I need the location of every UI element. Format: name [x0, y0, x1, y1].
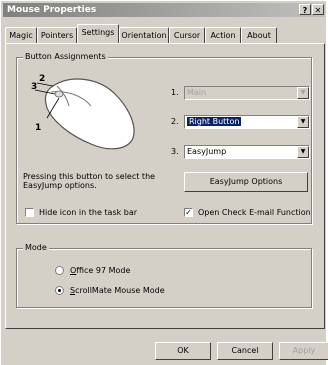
- button-3-select[interactable]: EasyJump ▼: [184, 145, 310, 159]
- button-assignments-group: Button Assignments 2 3 1 1. Main ▼ 2. Ri…: [16, 52, 312, 224]
- tab-orientation[interactable]: Orientation: [119, 27, 169, 43]
- button-2-value: Right Button: [187, 117, 242, 126]
- callout-3: 3: [31, 82, 38, 92]
- tab-about[interactable]: About: [241, 27, 277, 43]
- chevron-down-icon[interactable]: ▼: [297, 116, 309, 128]
- hide-icon-checkbox[interactable]: [25, 208, 34, 217]
- button-1-select: Main ▼: [184, 86, 310, 100]
- office97-text: ffice 97 Mode: [76, 266, 131, 275]
- button-2-select[interactable]: Right Button ▼: [184, 115, 310, 129]
- tab-pointers[interactable]: Pointers: [37, 27, 77, 43]
- mouse-illustration: [34, 78, 135, 150]
- title-bar: Mouse Properties ? ✕: [3, 3, 325, 17]
- close-button[interactable]: ✕: [312, 4, 324, 15]
- hide-icon-label: Hide icon in the task bar: [39, 208, 138, 217]
- button-1-value: Main: [187, 88, 207, 97]
- scrollmate-text: crollMate Mouse Mode: [75, 286, 165, 295]
- tab-settings[interactable]: Settings: [77, 24, 119, 43]
- scrollmate-mode-radio[interactable]: [55, 286, 64, 295]
- callout-1: 1: [35, 123, 42, 133]
- cancel-button[interactable]: Cancel: [217, 342, 273, 360]
- hint-line-2: EasyJump options.: [23, 181, 97, 190]
- settings-panel: Button Assignments 2 3 1 1. Main ▼ 2. Ri…: [5, 43, 325, 329]
- row-2-number: 2.: [171, 117, 179, 126]
- window-title: Mouse Properties: [7, 5, 97, 15]
- office97-mode-label: Office 97 Mode: [70, 266, 130, 275]
- row-1-number: 1.: [171, 88, 179, 97]
- easyjump-options-button[interactable]: EasyJump Options: [184, 172, 308, 192]
- tab-magic[interactable]: Magic: [5, 27, 37, 43]
- open-email-checkbox[interactable]: ✓: [184, 208, 193, 217]
- ok-button[interactable]: OK: [155, 342, 211, 360]
- scrollmate-mode-label: ScrollMate Mouse Mode: [70, 286, 165, 295]
- mouse-properties-window: Mouse Properties ? ✕ Magic Pointers Sett…: [0, 0, 328, 365]
- apply-button[interactable]: Apply: [279, 342, 328, 360]
- tab-cursor[interactable]: Cursor: [169, 27, 205, 43]
- row-3-number: 3.: [171, 147, 179, 156]
- button-assignments-legend: Button Assignments: [23, 52, 108, 61]
- office97-mode-radio[interactable]: [55, 266, 64, 275]
- chevron-down-icon[interactable]: ▼: [297, 146, 309, 158]
- open-email-label: Open Check E-mail Function: [198, 208, 311, 217]
- button-3-value: EasyJump: [187, 147, 227, 156]
- callout-2: 2: [39, 74, 46, 84]
- tab-action[interactable]: Action: [205, 27, 241, 43]
- chevron-down-icon: ▼: [297, 87, 309, 99]
- mode-group: Mode Office 97 Mode ScrollMate Mouse Mod…: [16, 243, 312, 308]
- hint-line-1: Pressing this button to select the: [23, 172, 156, 181]
- help-button[interactable]: ?: [299, 4, 311, 15]
- mode-legend: Mode: [23, 243, 49, 252]
